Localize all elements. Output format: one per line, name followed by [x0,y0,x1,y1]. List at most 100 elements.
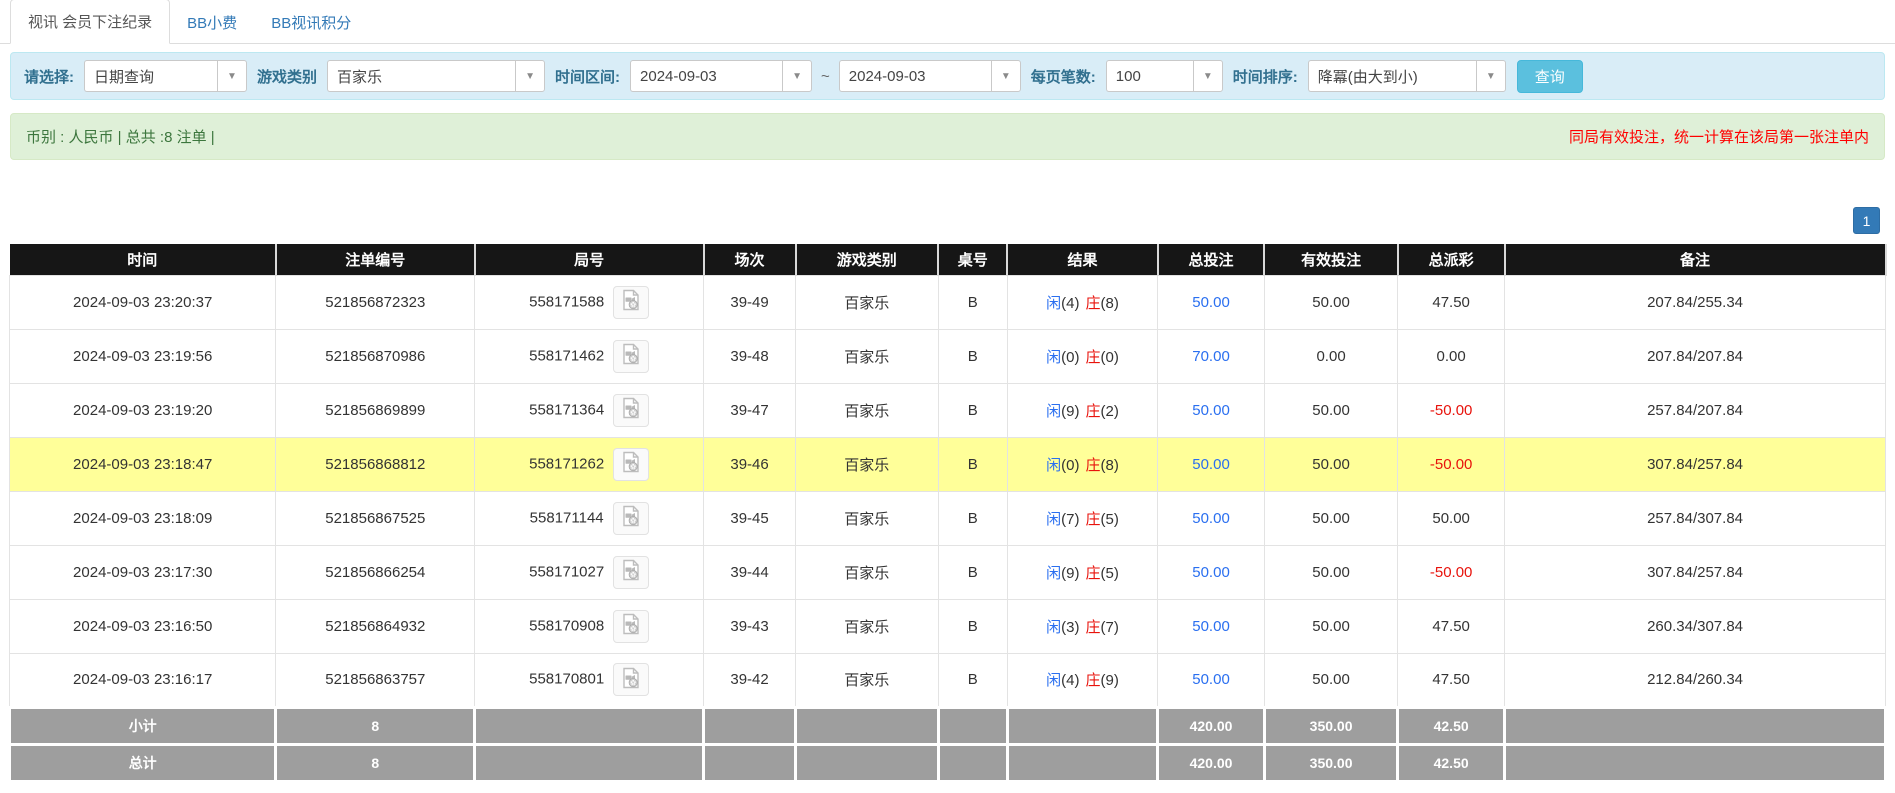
session-cell: 39-45 [704,491,796,545]
subtotal-valid-bet: 350.00 [1264,707,1397,744]
time-cell: 2024-09-03 23:16:50 [10,599,276,653]
col-session: 场次 [704,244,796,275]
col-payout: 总派彩 [1398,244,1505,275]
date-from-picker[interactable]: ▼ [630,60,812,92]
result-player-label: 闲 [1046,511,1061,528]
video-replay-button[interactable] [613,340,649,373]
video-replay-button[interactable] [613,663,649,696]
total-bet-link[interactable]: 70.00 [1158,329,1265,383]
time-range-label: 时间区间: [552,66,623,87]
result-banker-score: (5) [1101,565,1119,582]
chevron-down-icon[interactable]: ▼ [991,60,1021,92]
result-banker-score: (9) [1101,672,1119,689]
result-cell: 闲(4)庄(9) [1007,653,1157,707]
chevron-down-icon[interactable]: ▼ [515,60,545,92]
total-bet-link[interactable]: 50.00 [1158,599,1265,653]
video-replay-button[interactable] [613,610,649,643]
table-no-cell: B [938,437,1007,491]
col-remark: 备注 [1505,244,1886,275]
round-id-text: 558171262 [529,455,604,472]
bet-records-table: 时间 注单编号 局号 场次 游戏类别 桌号 结果 总投注 有效投注 总派彩 备注… [8,244,1887,783]
remark-cell: 307.84/257.84 [1505,545,1886,599]
result-player-label: 闲 [1046,457,1061,474]
time-sort-input[interactable] [1308,60,1476,92]
round-id-text: 558171027 [529,563,604,580]
result-banker-label: 庄 [1086,672,1101,689]
page-1-button[interactable]: 1 [1853,207,1880,234]
bet-id-cell: 521856864932 [276,599,475,653]
video-file-icon [620,505,642,531]
col-time: 时间 [10,244,276,275]
grand-total-payout: 42.50 [1398,744,1505,781]
result-player-score: (4) [1061,672,1079,689]
per-page-label: 每页笔数: [1028,66,1099,87]
payout-cell: 50.00 [1398,491,1505,545]
result-player-label: 闲 [1046,295,1061,312]
time-sort-label: 时间排序: [1230,66,1301,87]
subtotal-row: 小计 8 420.00 350.00 42.50 [10,707,1886,744]
video-replay-button[interactable] [613,394,649,427]
col-round-id: 局号 [475,244,704,275]
total-bet-link[interactable]: 50.00 [1158,383,1265,437]
total-bet-link[interactable]: 50.00 [1158,653,1265,707]
chevron-down-icon[interactable]: ▼ [217,60,247,92]
col-game-type: 游戏类别 [796,244,939,275]
game-type-input[interactable] [327,60,515,92]
table-no-cell: B [938,275,1007,329]
remark-cell: 212.84/260.34 [1505,653,1886,707]
result-banker-score: (0) [1101,349,1119,366]
bet-id-cell: 521856872323 [276,275,475,329]
video-replay-button[interactable] [613,556,649,589]
game-type-combobox[interactable]: ▼ [327,60,545,92]
round-id-cell: 558171364 [475,383,704,437]
date-to-picker[interactable]: ▼ [839,60,1021,92]
per-page-combobox[interactable]: ▼ [1106,60,1223,92]
total-bet-link[interactable]: 50.00 [1158,545,1265,599]
video-replay-button[interactable] [613,502,649,535]
tab-bb-tips[interactable]: BB小费 [170,1,254,44]
game-type-cell: 百家乐 [796,491,939,545]
total-bet-link[interactable]: 50.00 [1158,437,1265,491]
query-type-input[interactable] [84,60,217,92]
game-type-label: 游戏类别 [254,66,320,87]
search-button[interactable]: 查询 [1517,60,1583,93]
video-file-icon [620,613,642,639]
chevron-down-icon[interactable]: ▼ [1193,60,1223,92]
total-bet-link[interactable]: 50.00 [1158,491,1265,545]
session-cell: 39-49 [704,275,796,329]
bet-id-cell: 521856863757 [276,653,475,707]
tab-video-bet-records[interactable]: 视讯 会员下注纪录 [10,0,170,44]
table-no-cell: B [938,599,1007,653]
session-cell: 39-48 [704,329,796,383]
result-banker-score: (2) [1101,403,1119,420]
total-bet-link[interactable]: 50.00 [1158,275,1265,329]
per-page-input[interactable] [1106,60,1193,92]
result-banker-label: 庄 [1086,457,1101,474]
valid-bet-cell: 50.00 [1264,653,1397,707]
valid-bet-cell: 50.00 [1264,275,1397,329]
time-sort-combobox[interactable]: ▼ [1308,60,1506,92]
subtotal-total-bet: 420.00 [1158,707,1265,744]
game-type-cell: 百家乐 [796,437,939,491]
chevron-down-icon[interactable]: ▼ [782,60,812,92]
col-table-no: 桌号 [938,244,1007,275]
date-to-input[interactable] [839,60,991,92]
tab-bb-video-points[interactable]: BB视讯积分 [254,1,368,44]
table-row: 2024-09-03 23:19:56 521856870986 5581714… [10,329,1886,383]
remark-cell: 260.34/307.84 [1505,599,1886,653]
game-type-cell: 百家乐 [796,545,939,599]
payout-cell: 47.50 [1398,599,1505,653]
video-file-icon [620,289,642,315]
valid-bet-cell: 50.00 [1264,437,1397,491]
result-player-score: (0) [1061,457,1079,474]
table-no-cell: B [938,383,1007,437]
result-cell: 闲(0)庄(8) [1007,437,1157,491]
video-replay-button[interactable] [613,286,649,319]
bet-id-cell: 521856868812 [276,437,475,491]
filter-bar: 请选择: ▼ 游戏类别 ▼ 时间区间: ▼ ~ ▼ 每页笔数: ▼ 时间排序: … [10,52,1885,100]
query-type-combobox[interactable]: ▼ [84,60,247,92]
date-from-input[interactable] [630,60,782,92]
table-row: 2024-09-03 23:16:50 521856864932 5581709… [10,599,1886,653]
video-replay-button[interactable] [613,448,649,481]
chevron-down-icon[interactable]: ▼ [1476,60,1506,92]
